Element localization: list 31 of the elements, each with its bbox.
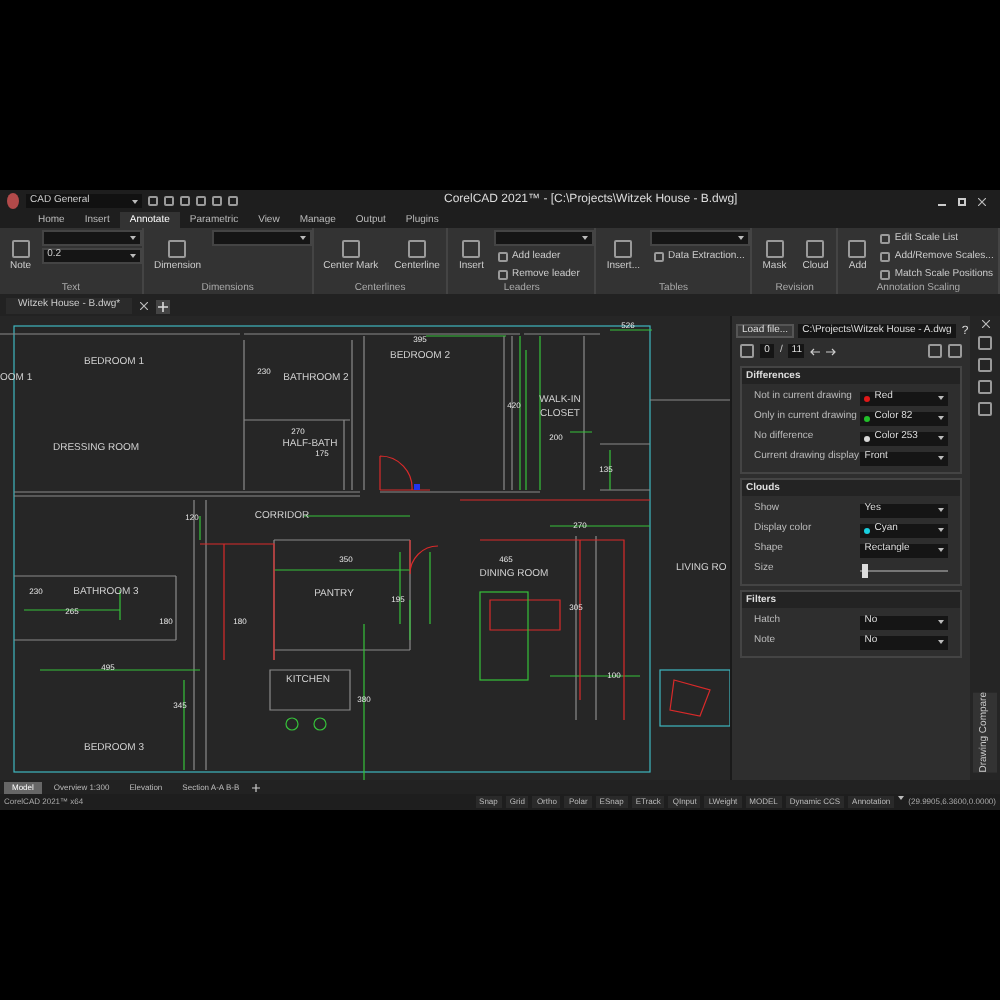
app-logo-icon xyxy=(6,192,20,210)
dropdown-field[interactable] xyxy=(493,230,594,246)
dropdown-field[interactable] xyxy=(41,230,142,246)
caret-icon xyxy=(938,620,944,624)
dropdown-field[interactable] xyxy=(211,230,312,246)
close-icon[interactable] xyxy=(140,302,149,310)
caret-icon xyxy=(129,254,136,258)
caret-icon xyxy=(938,508,944,512)
close-icon[interactable] xyxy=(981,320,989,328)
caret-icon xyxy=(129,236,136,240)
caret-icon xyxy=(938,548,944,552)
minimize-icon[interactable] xyxy=(938,203,946,205)
caret-icon xyxy=(581,236,588,240)
left-arrow-icon[interactable] xyxy=(810,347,821,355)
caret-icon xyxy=(738,236,744,240)
dropdown-field[interactable] xyxy=(650,230,750,246)
caret-icon xyxy=(938,396,944,400)
close-icon[interactable] xyxy=(978,197,986,205)
caret-icon xyxy=(938,528,944,532)
caret-icon xyxy=(299,236,306,240)
maximize-icon[interactable] xyxy=(958,197,966,205)
caret-icon xyxy=(132,199,138,203)
add-icon[interactable] xyxy=(251,783,260,791)
selection-grip[interactable] xyxy=(414,484,420,490)
slider-thumb[interactable] xyxy=(862,563,869,577)
caret-icon xyxy=(938,436,944,440)
caret-icon xyxy=(938,640,944,644)
caret-icon xyxy=(938,416,944,420)
caret-icon xyxy=(938,456,944,460)
add-icon[interactable] xyxy=(156,299,171,313)
right-arrow-icon[interactable] xyxy=(826,347,837,355)
